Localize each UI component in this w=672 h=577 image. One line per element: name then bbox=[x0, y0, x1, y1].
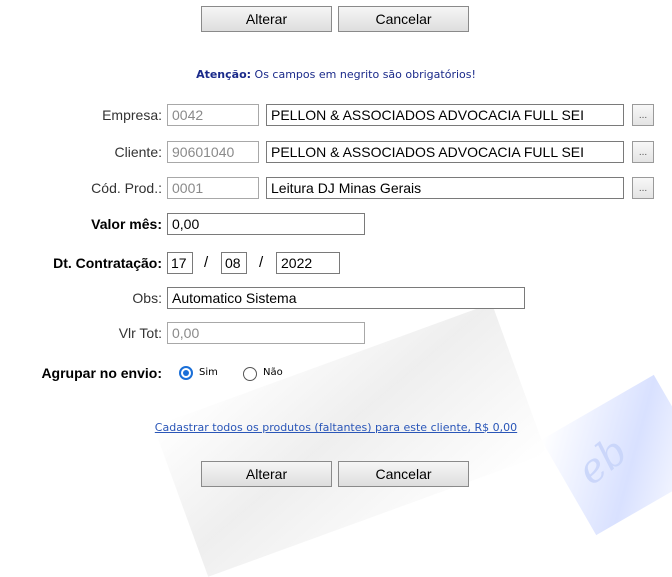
cliente-name-input[interactable]: PELLON & ASSOCIADOS ADVOCACIA FULL SEI bbox=[266, 141, 624, 163]
radio-nao-label: Não bbox=[263, 367, 283, 378]
obs-label: Obs: bbox=[132, 290, 162, 306]
valor-mes-input[interactable]: 0,00 bbox=[167, 213, 365, 235]
watermark-band bbox=[153, 303, 547, 577]
vlr-tot-input[interactable]: 0,00 bbox=[167, 322, 365, 344]
cod-prod-code-input[interactable]: 0001 bbox=[167, 177, 259, 199]
dt-contratacao-label: Dt. Contratação: bbox=[53, 255, 162, 271]
vlr-tot-label: Vlr Tot: bbox=[118, 325, 162, 341]
valor-mes-label: Valor mês: bbox=[91, 216, 162, 232]
cadastrar-produtos-link[interactable]: Cadastrar todos os produtos (faltantes) … bbox=[0, 421, 672, 434]
dt-contratacao-day-input[interactable]: 17 bbox=[167, 252, 193, 274]
empresa-code-input[interactable]: 0042 bbox=[167, 104, 259, 126]
notice-prefix: Atenção: bbox=[196, 68, 252, 81]
empresa-lookup-button[interactable]: ... bbox=[632, 104, 654, 126]
alterar-button-top[interactable]: Alterar bbox=[201, 6, 332, 32]
radio-sim[interactable] bbox=[179, 366, 193, 380]
watermark-logo: eb bbox=[569, 427, 637, 495]
cliente-lookup-button[interactable]: ... bbox=[632, 141, 654, 163]
obs-input[interactable]: Automatico Sistema bbox=[167, 287, 525, 309]
cliente-label: Cliente: bbox=[114, 144, 162, 160]
cod-prod-name-input[interactable]: Leitura DJ Minas Gerais bbox=[266, 177, 624, 199]
alterar-button-bottom[interactable]: Alterar bbox=[201, 461, 332, 487]
date-separator: / bbox=[204, 254, 209, 271]
dt-contratacao-month-input[interactable]: 08 bbox=[221, 252, 247, 274]
cancelar-button-top[interactable]: Cancelar bbox=[338, 6, 469, 32]
cod-prod-lookup-button[interactable]: ... bbox=[632, 177, 654, 199]
cliente-code-input[interactable]: 90601040 bbox=[167, 141, 259, 163]
cod-prod-label: Cód. Prod.: bbox=[91, 180, 162, 196]
radio-nao[interactable] bbox=[243, 367, 257, 381]
cancelar-button-bottom[interactable]: Cancelar bbox=[338, 461, 469, 487]
required-fields-notice: Atenção: Os campos em negrito são obriga… bbox=[0, 68, 672, 81]
dt-contratacao-year-input[interactable]: 2022 bbox=[276, 252, 340, 274]
agrupar-label: Agrupar no envio: bbox=[41, 365, 162, 381]
notice-text: Os campos em negrito são obrigatórios! bbox=[251, 68, 476, 81]
empresa-name-input[interactable]: PELLON & ASSOCIADOS ADVOCACIA FULL SEI bbox=[266, 104, 624, 126]
date-separator: / bbox=[259, 254, 264, 271]
empresa-label: Empresa: bbox=[102, 107, 162, 123]
radio-sim-label: Sim bbox=[199, 367, 218, 378]
